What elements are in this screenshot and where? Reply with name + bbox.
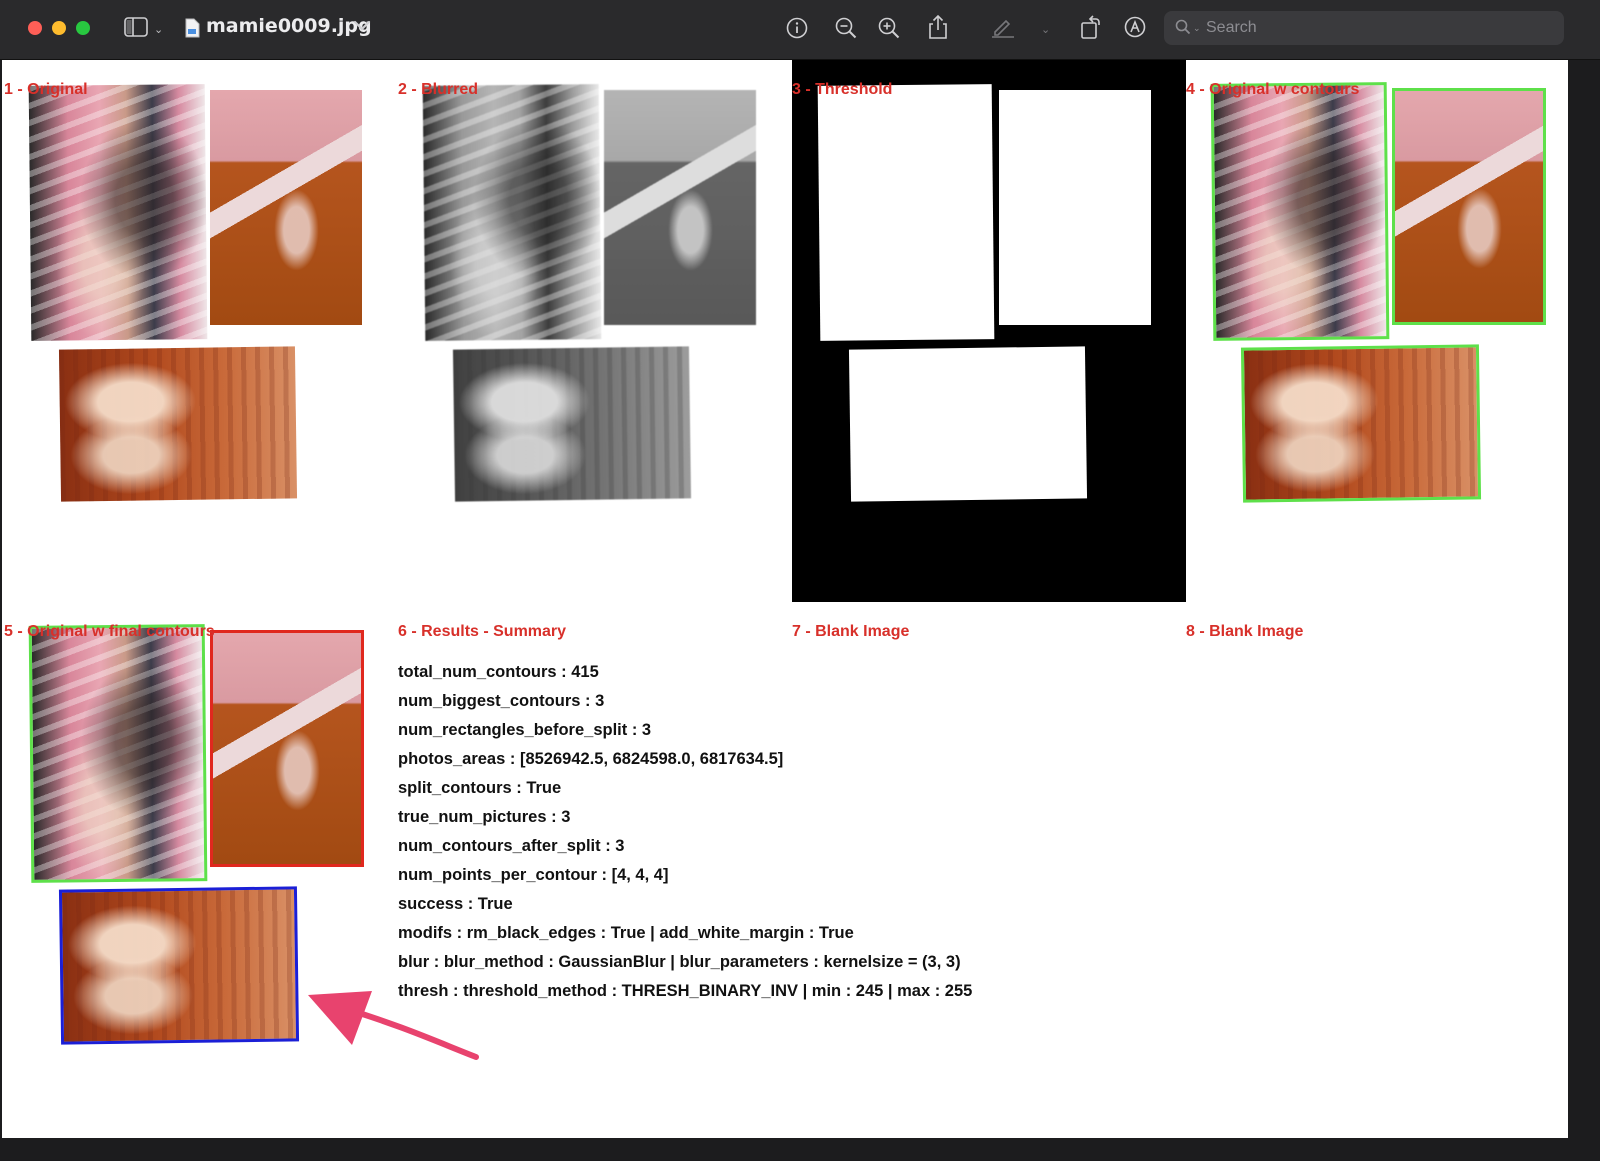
search-input[interactable] bbox=[1206, 17, 1546, 39]
photo-ramp bbox=[210, 630, 364, 867]
panel-label: 3 - Threshold bbox=[792, 81, 893, 98]
photo-beach bbox=[28, 624, 208, 883]
result-line: num_points_per_contour : [4, 4, 4] bbox=[398, 866, 669, 884]
photo-beach bbox=[1210, 82, 1390, 341]
chevron-down-icon[interactable]: ⌄ bbox=[1041, 20, 1050, 40]
photo-couple bbox=[1240, 344, 1482, 503]
results-list: total_num_contours : 415 num_biggest_con… bbox=[398, 658, 1098, 1006]
threshold-image bbox=[792, 60, 1186, 602]
photo-ramp bbox=[1392, 88, 1546, 325]
sidebar-toggle-icon[interactable] bbox=[124, 17, 148, 37]
search-icon bbox=[1175, 19, 1191, 40]
markup-icon[interactable] bbox=[1124, 16, 1146, 38]
zoom-in-icon[interactable] bbox=[878, 17, 900, 39]
rotate-icon[interactable] bbox=[1080, 14, 1102, 40]
photo-beach-blurred bbox=[422, 84, 602, 341]
panel-label: 8 - Blank Image bbox=[1186, 623, 1304, 640]
panel-label: 4 - Original w contours bbox=[1186, 81, 1360, 98]
result-line: blur : blur_method : GaussianBlur | blur… bbox=[398, 953, 961, 971]
result-line: success : True bbox=[398, 895, 513, 913]
threshold-region bbox=[848, 346, 1088, 502]
photo-ramp-blurred bbox=[604, 90, 756, 325]
photo-beach bbox=[28, 84, 208, 341]
document-title[interactable]: mamie0009.jpg bbox=[206, 15, 372, 37]
result-line: split_contours : True bbox=[398, 779, 562, 797]
result-line: true_num_pictures : 3 bbox=[398, 808, 571, 826]
annotation-arrow-icon bbox=[308, 991, 479, 1060]
window-edge bbox=[1568, 60, 1600, 1161]
result-line: num_biggest_contours : 3 bbox=[398, 692, 605, 710]
panel-label: 1 - Original bbox=[4, 81, 88, 98]
info-icon[interactable] bbox=[786, 17, 808, 39]
window-edge bbox=[0, 1138, 1600, 1161]
chevron-down-icon: ⌄ bbox=[1193, 23, 1201, 33]
panel-label: 7 - Blank Image bbox=[792, 623, 910, 640]
panel-label: 5 - Original w final contours bbox=[4, 623, 215, 640]
threshold-region bbox=[817, 84, 995, 341]
toolbar: ⌄ mamie0009.jpg ⌄ ⌄ bbox=[0, 0, 1600, 60]
photo-couple bbox=[58, 886, 300, 1045]
result-line: num_contours_after_split : 3 bbox=[398, 837, 625, 855]
result-line: num_rectangles_before_split : 3 bbox=[398, 721, 652, 739]
result-line: thresh : threshold_method : THRESH_BINAR… bbox=[398, 982, 973, 1000]
photo-couple-blurred bbox=[452, 346, 692, 502]
chevron-down-icon[interactable] bbox=[353, 18, 371, 32]
zoom-window-button[interactable] bbox=[76, 21, 90, 35]
close-window-button[interactable] bbox=[28, 21, 42, 35]
panel-label: 2 - Blurred bbox=[398, 81, 479, 98]
file-icon bbox=[184, 18, 200, 38]
result-line: photos_areas : [8526942.5, 6824598.0, 68… bbox=[398, 750, 784, 768]
chevron-down-icon[interactable]: ⌄ bbox=[154, 20, 163, 40]
result-line: total_num_contours : 415 bbox=[398, 663, 599, 681]
result-line: modifs : rm_black_edges : True | add_whi… bbox=[398, 924, 854, 942]
zoom-out-icon[interactable] bbox=[835, 17, 857, 39]
highlight-pen-icon[interactable] bbox=[991, 16, 1015, 38]
document-canvas: 1 - Original 2 - Blurred 3 - Threshold 4… bbox=[2, 60, 1568, 1138]
panel-label: 6 - Results - Summary bbox=[398, 623, 567, 640]
share-icon[interactable] bbox=[927, 14, 949, 40]
search-field[interactable]: ⌄ bbox=[1164, 11, 1564, 45]
photo-couple bbox=[58, 346, 298, 502]
threshold-region bbox=[999, 90, 1151, 325]
minimize-window-button[interactable] bbox=[52, 21, 66, 35]
photo-ramp bbox=[210, 90, 362, 325]
